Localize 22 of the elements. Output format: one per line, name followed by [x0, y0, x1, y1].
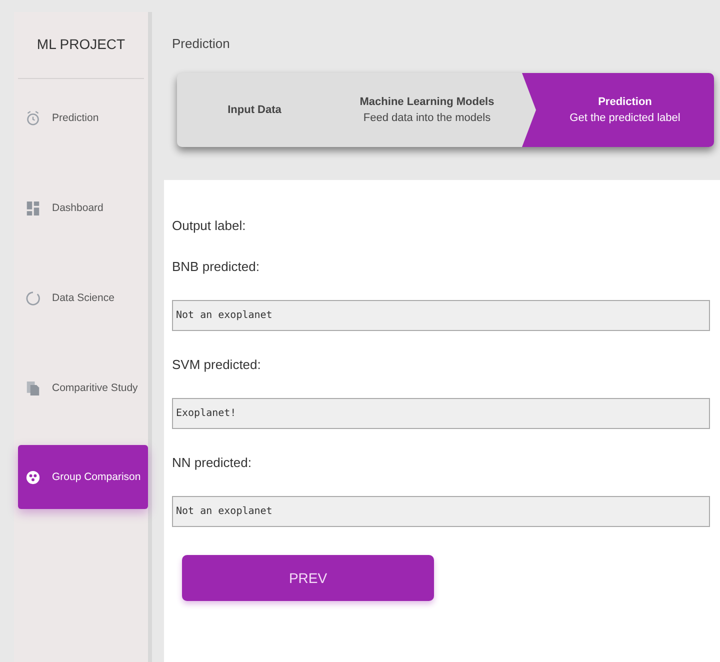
sidebar-item[interactable]: Comparitive Study	[14, 369, 148, 407]
prev-button[interactable]: PREV	[182, 555, 434, 601]
result-field[interactable]: Not an exoplanet	[172, 496, 710, 527]
result-field[interactable]: Exoplanet!	[172, 398, 710, 429]
documents-icon	[26, 380, 40, 396]
field-label: BNB predicted:	[172, 259, 260, 274]
output-label: Output label:	[172, 218, 247, 233]
sidebar-item[interactable]: Dashboard	[14, 189, 148, 227]
dashboard-icon	[26, 200, 40, 216]
group-icon	[26, 468, 40, 486]
page-title: Prediction	[172, 36, 231, 51]
step-tab[interactable]: Machine Learning Models Feed data into the models	[332, 73, 522, 147]
app-title: ML PROJECT	[36, 36, 126, 54]
sidebar-item[interactable]: Data Science	[14, 279, 148, 317]
sidebar-item[interactable]: Prediction	[14, 99, 148, 137]
step-tab[interactable]: Prediction Get the predicted label	[522, 73, 714, 147]
step-tab[interactable]: Input Data	[177, 73, 332, 147]
field-label: NN predicted:	[172, 455, 252, 470]
field-label: SVM predicted:	[172, 357, 262, 372]
result-field[interactable]: Not an exoplanet	[172, 300, 710, 331]
alarm-clock-icon	[26, 110, 40, 126]
sidebar-item[interactable]: Group Comparison	[18, 445, 148, 509]
